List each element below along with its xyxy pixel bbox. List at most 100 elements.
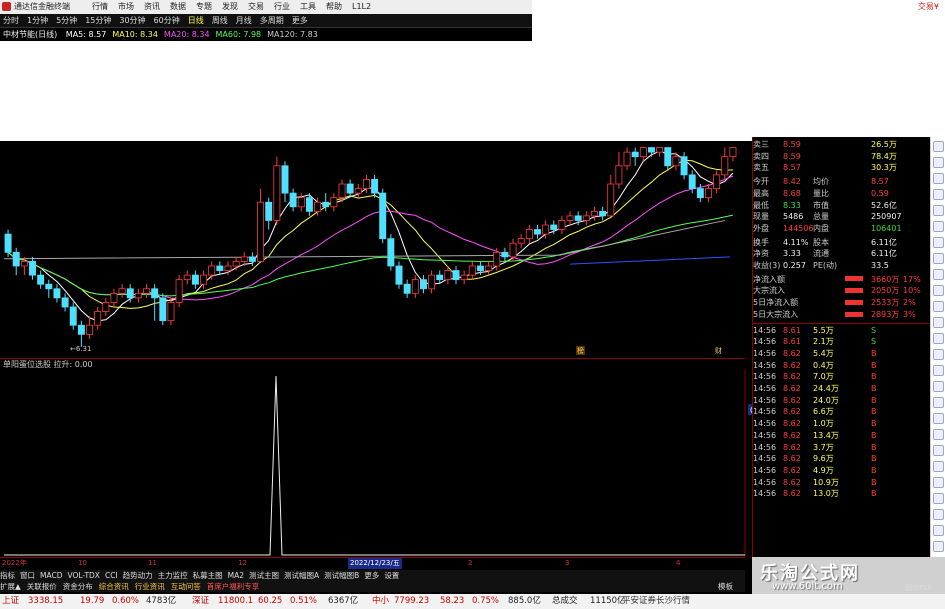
side-tool-icon[interactable] [933, 477, 944, 488]
period-tab[interactable]: 更多 [292, 16, 308, 25]
indicator-tab[interactable]: CCI [105, 571, 118, 580]
side-tool-icon[interactable] [933, 157, 944, 168]
info-tab[interactable]: 关联报价 [27, 582, 57, 591]
candle-body [631, 151, 639, 158]
side-tool-icon[interactable] [933, 317, 944, 328]
menu-item[interactable]: L1L2 [352, 2, 371, 11]
stat-value: 5486 [783, 212, 804, 222]
side-tool-icon[interactable] [933, 413, 944, 424]
menu-item[interactable]: 行情 [92, 2, 108, 11]
tick-row: 14:56 8.62 13.4万 B [753, 430, 930, 442]
side-tool-icon[interactable] [933, 237, 944, 248]
menu-item[interactable]: 专题 [196, 2, 212, 11]
period-tab[interactable]: 分时 [3, 16, 19, 25]
candle-body [558, 220, 566, 230]
period-tab[interactable]: 多周期 [260, 16, 284, 25]
tick-volume: 3.7万 [813, 442, 834, 452]
info-tab[interactable]: 资金分布 [63, 582, 93, 591]
info-tab[interactable]: 综合资讯 [99, 582, 129, 591]
side-tool-icon[interactable] [933, 189, 944, 200]
side-tool-icon[interactable] [933, 381, 944, 392]
indicator-tab[interactable]: 主力监控 [158, 571, 188, 580]
sh-label[interactable]: 上证 [2, 594, 19, 609]
indicator-tab[interactable]: 趋势动力 [123, 571, 153, 580]
period-tab[interactable]: 60分钟 [154, 16, 180, 25]
side-tool-icon[interactable] [933, 333, 944, 344]
indicator-tab[interactable]: MACD [40, 571, 62, 580]
side-tool-icon[interactable] [933, 509, 944, 520]
candle-body [648, 147, 655, 153]
template-button[interactable]: 模板 [718, 581, 733, 592]
candle-body [403, 283, 411, 294]
f10-link[interactable]: 因它F10 [905, 583, 932, 593]
indicator-tab[interactable]: 更多 [364, 571, 379, 580]
flow-bar [845, 299, 863, 305]
trade-link[interactable]: 交易¥ [918, 1, 939, 12]
flow-bar [845, 288, 863, 294]
info-tab[interactable]: 首席户福利专享 [207, 582, 260, 591]
tick-time: 14:56 [753, 477, 777, 487]
side-tool-icon[interactable] [933, 349, 944, 360]
indicator-tab[interactable]: 测试主图 [249, 571, 279, 580]
info-tab[interactable]: 互动问答 [171, 582, 201, 591]
period-tab[interactable]: 30分钟 [119, 16, 145, 25]
indicator-tab[interactable]: 测试幅图B [324, 571, 359, 580]
flow-row: 5日净流入额 2533万 2% [753, 297, 930, 309]
stat-label: 量比 [813, 188, 829, 198]
indicator-tab[interactable]: 指标 [0, 571, 15, 580]
menu-item[interactable]: 行业 [274, 2, 290, 11]
side-tool-icon[interactable] [933, 269, 944, 280]
indicator-chart[interactable]: 1.000.900.800.700.600.500.400.300.200.10… [0, 370, 780, 557]
candle-body [615, 165, 623, 185]
side-tool-icon[interactable] [933, 461, 944, 472]
ask-price: 8.57 [783, 163, 801, 173]
side-tool-icon[interactable] [933, 445, 944, 456]
side-tool-icon[interactable] [933, 365, 944, 376]
menu-item[interactable]: 工具 [300, 2, 316, 11]
side-tool-icon[interactable] [933, 141, 944, 152]
candle-body [721, 156, 729, 176]
side-tool-icon[interactable] [933, 205, 944, 216]
side-tool-icon[interactable] [933, 253, 944, 264]
tick-row: 14:56 8.62 24.4万 B [753, 383, 930, 395]
candle-body [493, 251, 501, 267]
side-tool-icon[interactable] [933, 525, 944, 536]
menu-item[interactable]: 资讯 [144, 2, 160, 11]
side-tool-icon[interactable] [933, 493, 944, 504]
tick-row: 14:56 8.62 9.6万 B [753, 453, 930, 465]
side-tool-icon[interactable] [933, 173, 944, 184]
candlestick-chart[interactable]: ←6.31 榜 财 [0, 141, 745, 356]
menu-item[interactable]: 数据 [170, 2, 186, 11]
sz-label[interactable]: 深证 [192, 594, 209, 609]
stat-row: 现量 5486 总量 250907 [753, 211, 930, 223]
stat-value: 8.57 [871, 177, 889, 187]
period-tab[interactable]: 周线 [212, 16, 228, 25]
sz-value: 11800.1 [218, 596, 254, 606]
side-tool-icon[interactable] [933, 285, 944, 296]
menu-item[interactable]: 市场 [118, 2, 134, 11]
side-tool-icon[interactable] [933, 221, 944, 232]
side-tool-icon[interactable] [933, 301, 944, 312]
menu-item[interactable]: 发现 [222, 2, 238, 11]
period-tab[interactable]: 15分钟 [85, 16, 111, 25]
period-tab[interactable]: 月线 [236, 16, 252, 25]
info-tab[interactable]: 扩展▲ [0, 582, 21, 591]
period-tab[interactable]: 1分钟 [27, 16, 48, 25]
sh-pct: 0.60% [112, 596, 140, 606]
indicator-tab[interactable]: MA2 [228, 571, 244, 580]
period-tab[interactable]: 5分钟 [56, 16, 77, 25]
menu-item[interactable]: 交易 [248, 2, 264, 11]
menu-item[interactable]: 帮助 [326, 2, 342, 11]
period-tab-active[interactable]: 日线 [188, 16, 204, 25]
side-tool-icon[interactable] [933, 429, 944, 440]
side-tool-icon[interactable] [933, 541, 944, 552]
indicator-tab[interactable]: VOL-TDX [67, 571, 99, 580]
side-tool-icon[interactable] [933, 397, 944, 408]
indicator-tab[interactable]: 测试幅图A [284, 571, 319, 580]
info-tab[interactable]: 行业资讯 [135, 582, 165, 591]
indicator-tab[interactable]: 窗口 [20, 571, 35, 580]
indicator-tab[interactable]: 私募主图 [193, 571, 223, 580]
indicator-tab[interactable]: 设置 [384, 571, 399, 580]
tick-price: 8.62 [783, 360, 801, 370]
zx-label[interactable]: 中小 [372, 594, 389, 609]
